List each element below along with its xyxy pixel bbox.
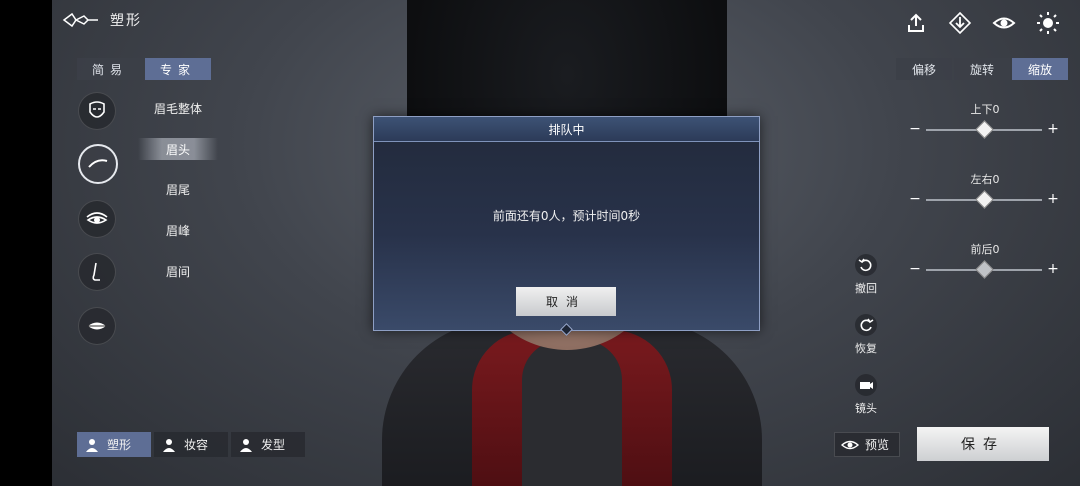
slider-thumb[interactable]: [975, 120, 994, 139]
part-brow-peak[interactable]: 眉峰: [138, 219, 218, 241]
camera-button[interactable]: 镜头: [846, 374, 886, 416]
tab-rotate[interactable]: 旋转: [954, 58, 1010, 80]
upload-icon[interactable]: [904, 11, 928, 35]
eye-icon: [86, 212, 108, 224]
undo-icon: [855, 254, 877, 276]
brightness-icon[interactable]: [1036, 11, 1060, 35]
mouth-icon: [88, 322, 106, 330]
tab-expert[interactable]: 专家: [145, 58, 211, 80]
category-nose[interactable]: [78, 253, 116, 291]
plus-icon[interactable]: +: [1046, 192, 1060, 206]
category-eyebrow[interactable]: [78, 144, 118, 184]
tab-shape-label: 塑形: [107, 438, 132, 452]
mode-tabs: 简易 专家: [77, 58, 211, 80]
slider-vertical[interactable]: − +: [908, 120, 1060, 139]
tab-hair[interactable]: 发型: [231, 432, 305, 457]
part-brow-whole[interactable]: 眉毛整体: [138, 97, 218, 119]
slider-label-vertical: 上下0: [970, 103, 1000, 116]
minus-icon[interactable]: −: [908, 262, 922, 276]
part-brow-between[interactable]: 眉间: [138, 260, 218, 282]
category-mouth[interactable]: [78, 307, 116, 345]
preview-label: 预览: [865, 438, 890, 452]
page-title: 塑形: [110, 13, 142, 29]
person-icon: [86, 438, 98, 452]
minus-icon[interactable]: −: [908, 192, 922, 206]
back-icon[interactable]: [62, 12, 100, 28]
slider-thumb[interactable]: [975, 260, 994, 279]
slider-depth[interactable]: − +: [908, 260, 1060, 279]
character-inner-collar: [522, 340, 622, 486]
category-eye[interactable]: [78, 200, 116, 238]
cancel-button[interactable]: 取消: [516, 287, 616, 316]
header: 塑形: [62, 10, 142, 30]
category-face[interactable]: [78, 92, 116, 130]
plus-icon[interactable]: +: [1046, 262, 1060, 276]
queue-dialog: 排队中 前面还有0人，预计时间0秒 取消: [373, 116, 760, 336]
tab-scale[interactable]: 缩放: [1012, 58, 1068, 80]
person-icon: [240, 438, 252, 452]
save-button[interactable]: 保存: [917, 427, 1049, 461]
eye-preview-icon: [841, 440, 859, 449]
camera-icon: [855, 374, 877, 396]
slider-horizontal[interactable]: − +: [908, 190, 1060, 209]
tab-makeup-label: 妆容: [184, 438, 209, 452]
tab-offset[interactable]: 偏移: [896, 58, 952, 80]
camera-label: 镜头: [855, 402, 877, 415]
restore-label: 恢复: [855, 342, 877, 355]
tab-makeup[interactable]: 妆容: [154, 432, 228, 457]
download-icon[interactable]: [948, 11, 972, 35]
preview-button[interactable]: 预览: [834, 432, 900, 457]
tab-hair-label: 发型: [261, 438, 286, 452]
transform-tabs: 偏移 旋转 缩放: [896, 58, 1068, 80]
slider-label-horizontal: 左右0: [970, 173, 1000, 186]
undo-label: 撤回: [855, 282, 877, 295]
part-brow-head[interactable]: 眉头: [138, 138, 218, 160]
face-icon: [89, 101, 105, 118]
nose-icon: [92, 262, 100, 281]
part-brow-tail[interactable]: 眉尾: [138, 178, 218, 200]
restore-button[interactable]: 恢复: [846, 314, 886, 356]
undo-button[interactable]: 撤回: [846, 254, 886, 296]
eye-view-icon[interactable]: [992, 11, 1016, 35]
eyebrow-icon: [88, 159, 108, 168]
minus-icon[interactable]: −: [908, 122, 922, 136]
tab-simple[interactable]: 简易: [77, 58, 143, 80]
dialog-message: 前面还有0人，预计时间0秒: [492, 209, 641, 223]
slider-thumb[interactable]: [975, 190, 994, 209]
restore-icon: [855, 314, 877, 336]
dialog-title: 排队中: [374, 117, 759, 142]
tab-shape[interactable]: 塑形: [77, 432, 151, 457]
person-icon: [163, 438, 175, 452]
slider-label-depth: 前后0: [970, 243, 1000, 256]
plus-icon[interactable]: +: [1046, 122, 1060, 136]
